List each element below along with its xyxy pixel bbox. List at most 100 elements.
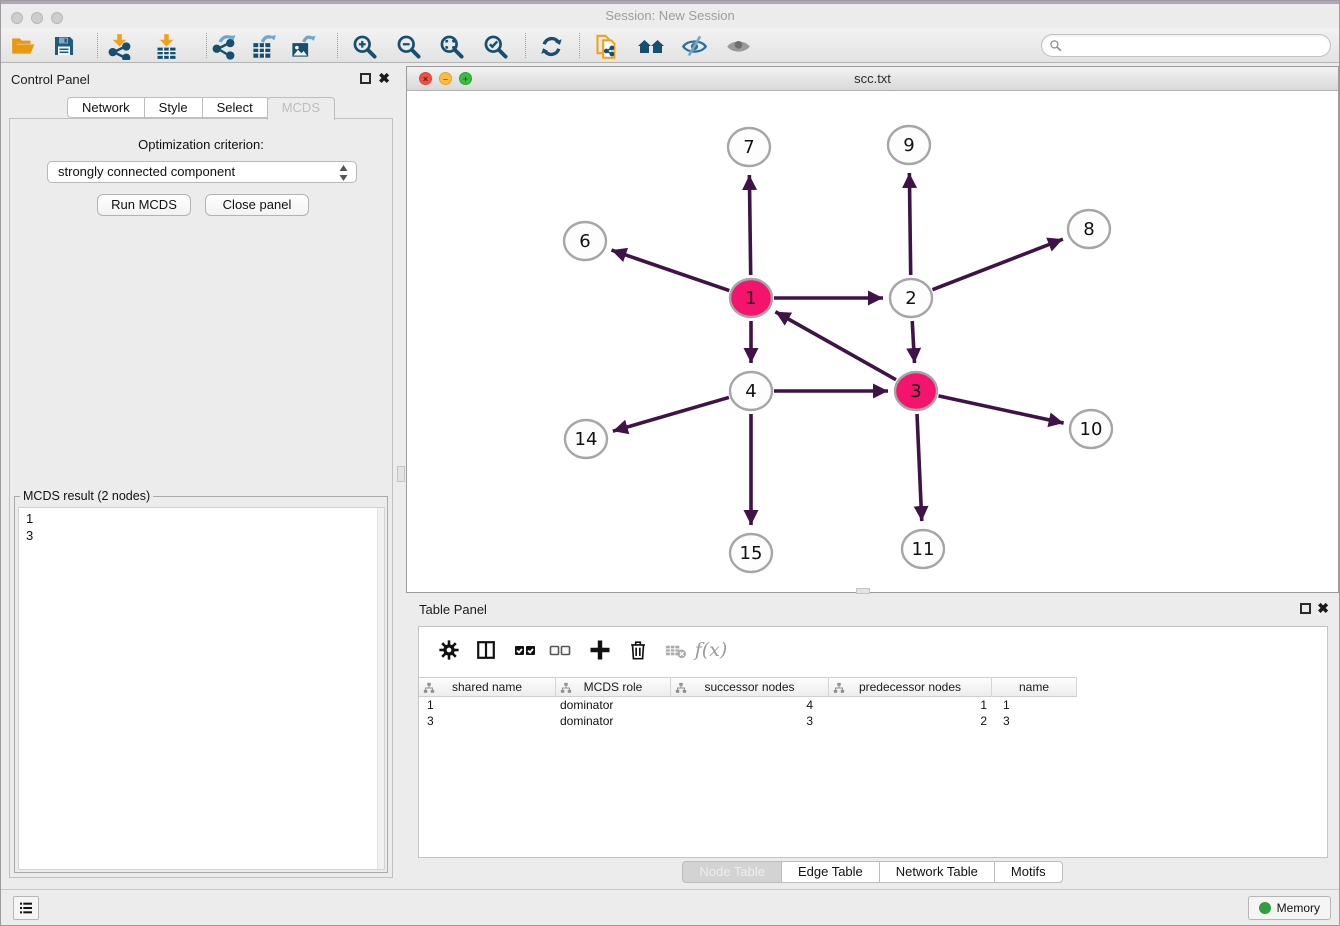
node-11[interactable]: 11 [902, 530, 944, 568]
tab-node-table[interactable]: Node Table [682, 861, 782, 883]
memory-status-icon [1259, 902, 1271, 914]
edge-3-11[interactable] [917, 414, 922, 521]
network-view-title: scc.txt [407, 71, 1338, 86]
left-divider-grip[interactable] [397, 466, 405, 482]
tab-motifs[interactable]: Motifs [994, 861, 1063, 883]
memory-button[interactable]: Memory [1248, 896, 1331, 920]
cell-shared-name[interactable]: 1 [419, 697, 556, 713]
zoom-fit-icon[interactable] [437, 32, 465, 60]
table-float-panel-icon[interactable] [1300, 603, 1311, 614]
cell-MCDS-role[interactable]: dominator [556, 697, 671, 713]
cell-successor-nodes[interactable]: 3 [671, 713, 829, 729]
edge-1-7[interactable] [749, 175, 750, 275]
zoom-out-icon[interactable] [394, 32, 422, 60]
float-panel-icon[interactable] [360, 73, 371, 84]
tab-select[interactable]: Select [202, 97, 268, 118]
close-panel-button[interactable]: Close panel [205, 194, 309, 216]
node-4[interactable]: 4 [730, 372, 772, 410]
deselect-all-checkboxes-icon[interactable] [546, 636, 574, 664]
node-1[interactable]: 1 [730, 279, 772, 317]
node-6[interactable]: 6 [564, 222, 606, 260]
mcds-result-values: 1 3 [19, 508, 384, 546]
edge-3-10[interactable] [938, 396, 1063, 423]
node-10[interactable]: 10 [1070, 410, 1112, 448]
close-panel-icon[interactable]: ✖ [378, 70, 390, 87]
select-value: strongly connected component [58, 164, 235, 179]
delete-column-icon[interactable] [624, 636, 652, 664]
cell-MCDS-role[interactable]: dominator [556, 713, 671, 729]
edge-2-3[interactable] [912, 321, 914, 363]
import-table-icon[interactable] [152, 32, 180, 60]
edge-1-6[interactable] [611, 250, 729, 290]
eye-slash-icon[interactable] [680, 32, 708, 60]
export-table-icon[interactable] [249, 32, 277, 60]
gear-icon[interactable] [435, 636, 463, 664]
search-input[interactable] [1066, 39, 1330, 53]
eye-icon[interactable] [724, 32, 752, 60]
network-canvas[interactable]: 7 9 6 8 1 2 4 3 14 10 15 11 [407, 91, 1338, 592]
edge-4-14[interactable] [613, 397, 729, 431]
table-close-panel-icon[interactable]: ✖ [1317, 600, 1329, 617]
node-3[interactable]: 3 [895, 372, 937, 410]
column-header-predecessor-nodes[interactable]: predecessor nodes [829, 677, 992, 697]
export-image-icon[interactable] [288, 32, 316, 60]
mcds-result-textarea[interactable]: 1 3 [18, 507, 385, 870]
column-header-MCDS-role[interactable]: MCDS role [556, 677, 671, 697]
run-mcds-button[interactable]: Run MCDS [97, 194, 191, 216]
select-all-checkboxes-icon[interactable] [511, 636, 539, 664]
node-14[interactable]: 14 [565, 420, 607, 458]
tree-icon [560, 682, 572, 694]
tab-mcds[interactable]: MCDS [267, 97, 335, 120]
node-2[interactable]: 2 [890, 279, 932, 317]
refresh-layout-icon[interactable] [537, 32, 565, 60]
network-window-titlebar[interactable]: × – + scc.txt [407, 67, 1338, 91]
bottom-divider-grip[interactable] [856, 588, 870, 594]
cell-successor-nodes[interactable]: 4 [671, 697, 829, 713]
double-home-icon[interactable] [637, 32, 665, 60]
tree-icon [675, 682, 687, 694]
edge-2-9[interactable] [909, 173, 910, 275]
optimization-criterion-select[interactable]: strongly connected component [47, 161, 357, 183]
cell-shared-name[interactable]: 3 [419, 713, 556, 729]
node-9[interactable]: 9 [888, 126, 930, 164]
save-icon[interactable] [50, 32, 78, 60]
cell-predecessor-nodes[interactable]: 1 [829, 697, 992, 713]
column-header-name[interactable]: name [992, 677, 1077, 697]
table-row[interactable]: 1dominator411 [419, 697, 1077, 713]
delete-table-icon[interactable] [661, 636, 689, 664]
tab-style[interactable]: Style [144, 97, 203, 118]
column-label: predecessor nodes [859, 680, 961, 694]
import-network-icon[interactable] [105, 32, 133, 60]
column-header-shared-name[interactable]: shared name [419, 677, 556, 697]
tab-network-table[interactable]: Network Table [879, 861, 995, 883]
table-row[interactable]: 3dominator323 [419, 713, 1077, 729]
node-7[interactable]: 7 [728, 128, 770, 166]
cell-name[interactable]: 3 [992, 713, 1077, 729]
application-window: Session: New Session [0, 0, 1340, 926]
node-8[interactable]: 8 [1068, 210, 1110, 248]
edge-2-8[interactable] [932, 239, 1062, 290]
task-history-button[interactable] [13, 896, 39, 920]
open-folder-icon[interactable] [9, 32, 37, 60]
tree-icon [423, 682, 435, 694]
edge-3-1[interactable] [775, 312, 896, 380]
clone-network-icon[interactable] [592, 32, 620, 60]
function-builder-icon[interactable]: f(x) [697, 636, 725, 664]
memory-label: Memory [1277, 901, 1320, 915]
result-scrollbar[interactable] [377, 508, 384, 869]
tab-network[interactable]: Network [67, 97, 145, 118]
control-panel: Control Panel ✖ NetworkStyleSelectMCDS O… [1, 66, 401, 881]
add-column-icon[interactable] [586, 636, 614, 664]
column-label: MCDS role [584, 680, 643, 694]
zoom-in-icon[interactable] [350, 32, 378, 60]
cell-predecessor-nodes[interactable]: 2 [829, 713, 992, 729]
split-columns-icon[interactable] [472, 636, 500, 664]
export-network-icon[interactable] [209, 32, 237, 60]
tab-edge-table[interactable]: Edge Table [781, 861, 880, 883]
column-header-successor-nodes[interactable]: successor nodes [671, 677, 829, 697]
node-15[interactable]: 15 [730, 534, 772, 572]
node-label-11: 11 [912, 539, 935, 560]
cell-name[interactable]: 1 [992, 697, 1077, 713]
search-field[interactable] [1041, 34, 1331, 57]
zoom-selected-icon[interactable] [481, 32, 509, 60]
